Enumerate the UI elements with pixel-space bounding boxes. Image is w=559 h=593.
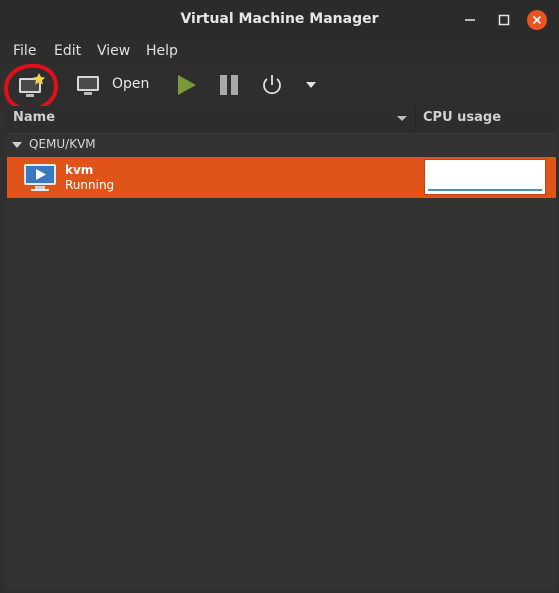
cpu-usage-line	[428, 189, 542, 191]
column-header-cpu-usage[interactable]: CPU usage	[423, 110, 501, 125]
menu-view[interactable]: View	[97, 43, 130, 59]
maximize-icon[interactable]	[494, 10, 514, 30]
run-icon[interactable]	[176, 74, 198, 96]
column-divider	[415, 106, 416, 131]
vm-status: Running	[65, 178, 115, 192]
menu-bar: File Edit View Help	[0, 40, 559, 64]
minimize-icon[interactable]	[460, 10, 480, 30]
vm-name: kvm	[65, 163, 94, 177]
column-header-name[interactable]: Name	[13, 110, 55, 125]
close-button[interactable]	[527, 10, 547, 30]
shutdown-menu-chevron-down-icon[interactable]	[305, 81, 317, 89]
open-button-label[interactable]: Open	[112, 76, 149, 92]
menu-file[interactable]: File	[13, 43, 36, 59]
connection-label: QEMU/KVM	[29, 137, 96, 151]
sort-chevron-down-icon	[397, 116, 407, 121]
vm-list[interactable]: Name CPU usage QEMU/KVM kvm Running	[7, 106, 556, 590]
toolbar: Open	[0, 64, 559, 106]
cpu-usage-graph	[424, 159, 546, 195]
open-console-icon[interactable]	[76, 74, 102, 98]
connection-group-row[interactable]: QEMU/KVM	[7, 132, 556, 156]
expand-chevron-down-icon[interactable]	[12, 142, 22, 148]
menu-help[interactable]: Help	[146, 43, 178, 59]
vm-monitor-icon	[24, 164, 56, 191]
close-icon	[532, 15, 542, 25]
list-header: Name CPU usage	[7, 106, 556, 132]
title-bar[interactable]: Virtual Machine Manager	[0, 0, 559, 40]
vm-row-kvm[interactable]: kvm Running	[7, 157, 556, 198]
vmm-window: Virtual Machine Manager File Edit View H…	[0, 0, 559, 593]
menu-edit[interactable]: Edit	[54, 43, 81, 59]
pause-icon[interactable]	[218, 74, 240, 96]
power-icon[interactable]	[260, 73, 284, 97]
